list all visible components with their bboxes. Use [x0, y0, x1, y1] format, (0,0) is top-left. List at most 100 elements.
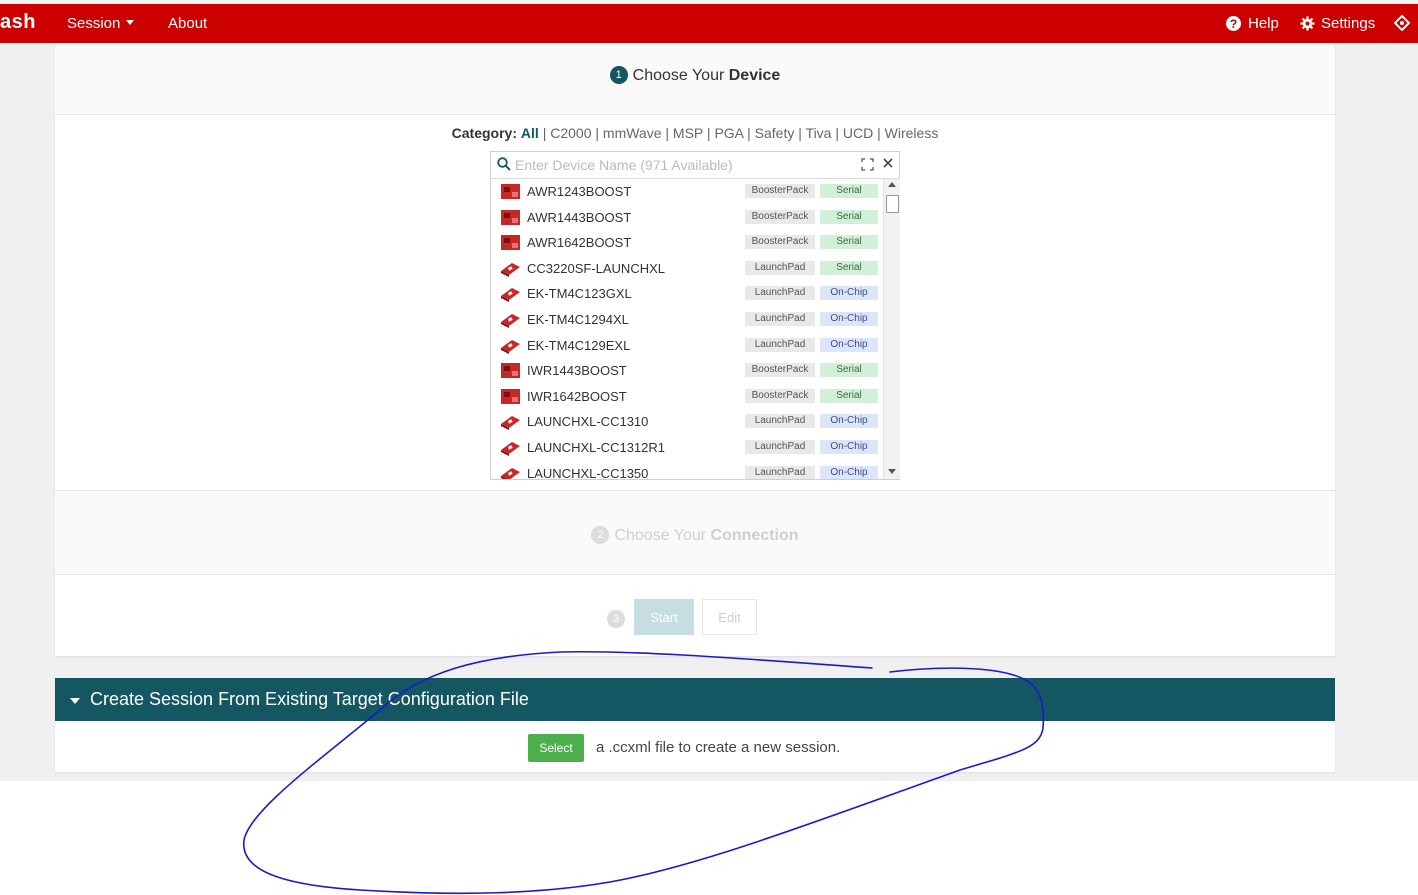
connection-badge: On-Chip	[820, 311, 878, 326]
device-type-badge: BoosterPack	[745, 184, 815, 198]
device-search-input[interactable]	[515, 155, 845, 175]
device-row[interactable]: AWR1443BOOST BoosterPack Serial	[491, 205, 883, 231]
nav-settings-label: Settings	[1321, 15, 1376, 32]
edit-button[interactable]: Edit	[702, 599, 757, 635]
category-tiva[interactable]: Tiva	[806, 125, 832, 141]
connection-badge: On-Chip	[820, 465, 878, 479]
top-navbar: ash Session About ? Help Settings	[0, 4, 1418, 43]
device-row[interactable]: LAUNCHXL-CC1350 LaunchPad On-Chip	[491, 461, 883, 479]
nav-help-link[interactable]: ? Help	[1226, 15, 1279, 32]
nav-user-menu[interactable]	[1393, 14, 1411, 35]
device-selector: AWR1243BOOSTBoosterPackSerialAWR1443BOOS…	[490, 151, 900, 480]
board-thumbnail-icon	[501, 288, 520, 303]
device-type-badge: LaunchPad	[745, 286, 815, 301]
create-session-title: Create Session From Existing Target Conf…	[90, 689, 529, 709]
start-button[interactable]: Start	[634, 599, 694, 635]
step1-prefix: Choose Your	[632, 67, 729, 84]
board-thumbnail-icon	[501, 416, 520, 431]
board-thumbnail-icon	[501, 441, 520, 456]
step3-number: 3	[607, 610, 625, 628]
nav-settings-link[interactable]: Settings	[1300, 15, 1375, 32]
category-c2000[interactable]: C2000	[550, 125, 591, 141]
connection-badge: On-Chip	[820, 337, 878, 352]
device-row[interactable]: AWR1243BOOST BoosterPack Serial	[491, 179, 883, 205]
help-icon: ?	[1226, 16, 1241, 31]
create-session-body: Select a .ccxml file to create a new ses…	[55, 721, 1335, 772]
connection-badge: On-Chip	[820, 414, 878, 429]
create-session-text: a .ccxml file to create a new session.	[596, 739, 841, 756]
connection-badge: On-Chip	[820, 439, 878, 454]
category-wireless[interactable]: Wireless	[885, 125, 939, 141]
user-icon	[1393, 14, 1411, 32]
gear-icon	[1300, 16, 1315, 31]
step1-title: 1 Choose Your Device	[55, 66, 1335, 85]
device-type-badge: BoosterPack	[745, 235, 815, 250]
device-row[interactable]: CC3220SF-LAUNCHXL LaunchPad Serial	[491, 256, 883, 282]
device-row[interactable]: LAUNCHXL-CC1310 LaunchPad On-Chip	[491, 409, 883, 435]
device-row[interactable]: IWR1443BOOST BoosterPack Serial	[491, 358, 883, 384]
create-session-header[interactable]: Create Session From Existing Target Conf…	[55, 678, 1335, 721]
device-list-scrollbar[interactable]	[883, 179, 900, 479]
connection-badge: Serial	[820, 235, 878, 250]
device-row[interactable]: EK-TM4C123GXL LaunchPad On-Chip	[491, 281, 883, 307]
device-name: AWR1243BOOST	[527, 184, 632, 199]
device-row[interactable]: IWR1642BOOST BoosterPack Serial	[491, 384, 883, 410]
board-thumbnail-icon	[501, 262, 520, 277]
device-row[interactable]: EK-TM4C1294XL LaunchPad On-Chip	[491, 307, 883, 333]
close-icon[interactable]	[882, 157, 894, 169]
step2-prefix: Choose Your	[614, 527, 711, 544]
device-name: CC3220SF-LAUNCHXL	[527, 260, 665, 276]
category-safety[interactable]: Safety	[755, 125, 795, 141]
device-type-badge: LaunchPad	[745, 260, 815, 275]
category-pga[interactable]: PGA	[714, 125, 743, 141]
board-thumbnail-icon	[501, 339, 520, 354]
device-name: AWR1642BOOST	[527, 235, 632, 251]
connection-badge: Serial	[820, 363, 878, 378]
device-name: LAUNCHXL-CC1312R1	[527, 439, 665, 455]
device-type-badge: LaunchPad	[745, 337, 815, 352]
select-ccxml-button[interactable]: Select	[528, 734, 584, 762]
step2-number: 2	[591, 526, 610, 544]
step1-header: 1 Choose Your Device	[55, 43, 1335, 115]
device-type-badge: LaunchPad	[745, 439, 815, 454]
device-name: LAUNCHXL-CC1310	[527, 414, 649, 430]
board-thumbnail-icon	[501, 184, 520, 199]
connection-badge: Serial	[820, 209, 878, 224]
device-name: EK-TM4C123GXL	[527, 286, 632, 302]
device-name: EK-TM4C129EXL	[527, 337, 631, 353]
device-name: AWR1443BOOST	[527, 209, 632, 225]
step1-bold: Device	[728, 67, 781, 84]
device-row[interactable]: EK-TM4C129EXL LaunchPad On-Chip	[491, 333, 883, 359]
search-icon	[497, 157, 511, 171]
device-name: IWR1642BOOST	[527, 388, 627, 404]
category-ucd[interactable]: UCD	[843, 125, 873, 141]
device-type-badge: BoosterPack	[745, 209, 815, 224]
step2-title: 2 Choose Your Connection	[55, 526, 1335, 545]
device-row[interactable]: LAUNCHXL-CC1312R1 LaunchPad On-Chip	[491, 435, 883, 461]
step2-section: 2 Choose Your Connection	[55, 490, 1335, 575]
expand-icon[interactable]	[861, 158, 874, 171]
device-search-bar	[491, 152, 899, 179]
step2-bold: Connection	[710, 527, 799, 544]
brand-logo[interactable]: ash	[0, 11, 36, 34]
nav-about-link[interactable]: About	[168, 15, 207, 32]
nav-help-label: Help	[1248, 15, 1279, 32]
device-row[interactable]: AWR1642BOOST BoosterPack Serial	[491, 230, 883, 256]
category-msp[interactable]: MSP	[673, 125, 703, 141]
connection-badge: Serial	[820, 260, 878, 275]
category-label: Category:	[451, 125, 518, 141]
device-name: IWR1443BOOST	[527, 363, 627, 379]
connection-badge: On-Chip	[820, 286, 878, 301]
scroll-down-arrow[interactable]	[888, 469, 896, 474]
scroll-thumb[interactable]	[886, 195, 899, 213]
category-all[interactable]: All	[521, 125, 539, 141]
device-name: EK-TM4C1294XL	[527, 311, 629, 327]
device-type-badge: BoosterPack	[745, 363, 815, 378]
device-type-badge: BoosterPack	[745, 388, 815, 403]
nav-session-menu[interactable]: Session	[67, 15, 135, 32]
connection-badge: Serial	[820, 388, 878, 403]
board-thumbnail-icon	[501, 467, 520, 479]
scroll-up-arrow[interactable]	[888, 182, 896, 187]
device-name: LAUNCHXL-CC1350	[527, 465, 649, 479]
category-mmwave[interactable]: mmWave	[603, 125, 662, 141]
